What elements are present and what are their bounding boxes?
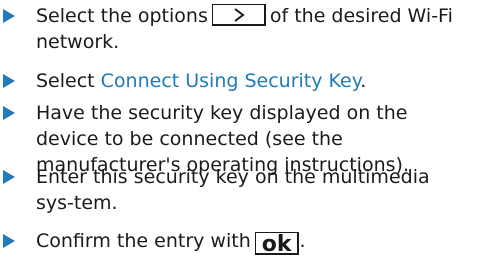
bullet-arrow-icon <box>3 106 15 120</box>
step-2-text-prefix: Select <box>36 70 101 92</box>
chevron-right-icon <box>234 8 245 22</box>
bullet-arrow-icon <box>3 234 15 248</box>
connect-using-security-key-link: Connect Using Security Key <box>100 70 361 92</box>
step-2: Select Connect Using Security Key. <box>0 68 470 94</box>
step-2-text: Select Connect Using Security Key. <box>36 68 470 94</box>
bullet-arrow-icon <box>3 9 15 23</box>
step-5-text: Confirm the entry with ok. <box>36 228 470 256</box>
step-2-text-suffix: . <box>360 70 367 92</box>
bullet-arrow-icon <box>3 170 15 184</box>
bullet-arrow-icon <box>3 74 15 88</box>
step-4-text: Enter this security key on the multimedi… <box>36 166 430 214</box>
ok-key-box: ok <box>254 232 300 256</box>
options-key-box <box>211 4 266 26</box>
step-1: Select the options of the desired Wi-Fi n… <box>0 3 470 55</box>
step-4: Enter this security key on the multimedi… <box>0 164 470 216</box>
step-5: Confirm the entry with ok. <box>0 228 470 256</box>
step-5-text-before: Confirm the entry with <box>36 230 251 252</box>
step-1-text-before: Select the options <box>36 5 208 27</box>
instruction-steps: Select the options of the desired Wi-Fi n… <box>0 0 483 264</box>
step-1-text: Select the options of the desired Wi-Fi n… <box>36 3 470 55</box>
step-5-text-after: . <box>299 230 306 252</box>
